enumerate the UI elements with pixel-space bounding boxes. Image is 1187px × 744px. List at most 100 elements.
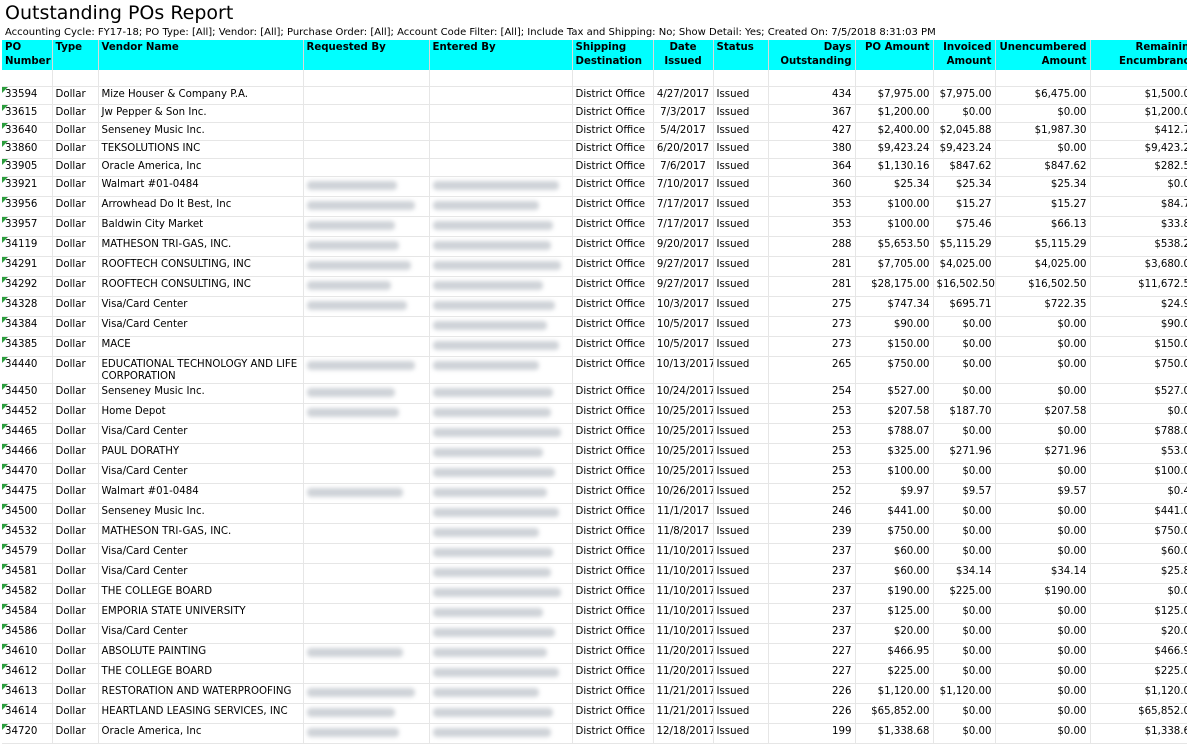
date-issued-cell: 11/20/2017 <box>653 643 714 664</box>
col-header-vendor-name[interactable]: Vendor Name <box>98 40 304 70</box>
days-outstanding-cell: 226 <box>768 703 856 724</box>
status-cell: Issued <box>713 603 769 624</box>
table-row[interactable]: 33905 Dollar Oracle America, Inc District O… <box>2 158 1187 177</box>
vendor-name-cell: ROOFTECH CONSULTING, INC <box>98 256 304 277</box>
table-row[interactable]: 34586 Dollar Visa/Card Center District Offi… <box>2 623 1187 644</box>
table-row[interactable]: 34450 Dollar Senseney Music Inc. District O… <box>2 383 1187 404</box>
days-outstanding-cell: 353 <box>768 196 856 217</box>
po-number-cell: 33615 <box>2 104 53 123</box>
table-row[interactable]: 34720 Dollar Oracle America, Inc District O… <box>2 723 1187 744</box>
invoiced-amount-cell: $9,423.24 <box>933 140 996 159</box>
po-number-cell: 34440 <box>2 356 53 384</box>
col-header-days-outstanding[interactable]: Days Outstanding <box>768 40 856 70</box>
po-amount-cell: $2,400.00 <box>855 122 934 141</box>
po-number: 33615 <box>5 107 38 118</box>
table-row[interactable]: 34584 Dollar EMPORIA STATE UNIVERSITY Distr… <box>2 603 1187 624</box>
shipping-destination-cell: District Office <box>572 316 654 337</box>
redacted-name <box>306 488 403 497</box>
table-row[interactable]: 34465 Dollar Visa/Card Center District Offi… <box>2 423 1187 444</box>
redacted-name <box>306 688 415 697</box>
table-row[interactable]: 33956 Dollar Arrowhead Do It Best, Inc Dist… <box>2 196 1187 217</box>
entered-by-cell <box>429 523 573 544</box>
col-header-po-number[interactable]: PO Number <box>2 40 53 70</box>
table-row[interactable]: 33860 Dollar TEKSOLUTIONS INC District Offi… <box>2 140 1187 159</box>
table-row[interactable]: 33957 Dollar Baldwin City Market District O… <box>2 216 1187 237</box>
redacted-email <box>432 508 559 517</box>
table-row[interactable]: 33594 Dollar Mize Houser & Company P.A. Dis… <box>2 86 1187 105</box>
redacted-email <box>432 728 551 737</box>
table-row[interactable]: 34613 Dollar RESTORATION AND WATERPROOFING… <box>2 683 1187 704</box>
redacted-email <box>432 241 551 250</box>
invoiced-amount-cell: $75.46 <box>933 216 996 237</box>
table-row[interactable]: 33640 Dollar Senseney Music Inc. District O… <box>2 122 1187 141</box>
requested-by-cell <box>303 603 430 624</box>
redacted-name <box>306 241 399 250</box>
shipping-destination-cell: District Office <box>572 463 654 484</box>
invoiced-amount-cell: $0.00 <box>933 463 996 484</box>
requested-by-cell <box>303 316 430 337</box>
table-row[interactable]: 34579 Dollar Visa/Card Center District Offi… <box>2 543 1187 564</box>
shipping-destination-cell: District Office <box>572 256 654 277</box>
cell-flag-icon <box>2 317 8 323</box>
requested-by-cell <box>303 236 430 257</box>
col-header-remaining-encumbrance[interactable]: Remaining Encumbrance <box>1090 40 1187 70</box>
table-row[interactable]: 34292 Dollar ROOFTECH CONSULTING, INC Distr… <box>2 276 1187 297</box>
table-row[interactable]: 34582 Dollar THE COLLEGE BOARD District Off… <box>2 583 1187 604</box>
days-outstanding-cell: 226 <box>768 683 856 704</box>
type-cell: Dollar <box>52 423 99 444</box>
col-header-status[interactable]: Status <box>713 40 769 70</box>
table-row[interactable]: 34612 Dollar THE COLLEGE BOARD District Off… <box>2 663 1187 684</box>
col-header-unencumbered-amount[interactable]: Unencumbered Amount <box>995 40 1091 70</box>
col-header-shipping-destination[interactable]: Shipping Destination <box>572 40 654 70</box>
remaining-encumbrance-cell: $150.00 <box>1090 336 1187 357</box>
table-row[interactable]: 33615 Dollar Jw Pepper & Son Inc. District … <box>2 104 1187 123</box>
col-header-po-amount[interactable]: PO Amount <box>855 40 934 70</box>
invoiced-amount-cell: $0.00 <box>933 383 996 404</box>
redacted-name <box>306 261 411 270</box>
date-issued-cell: 12/18/2017 <box>653 723 714 744</box>
table-row[interactable]: 34119 Dollar MATHESON TRI-GAS, INC. Distric… <box>2 236 1187 257</box>
table-row[interactable]: 34385 Dollar MACE District Office 10/5/2017 I… <box>2 336 1187 357</box>
cell-flag-icon <box>2 159 8 165</box>
col-header-requested-by[interactable]: Requested By <box>303 40 430 70</box>
vendor-name-cell: ABSOLUTE PAINTING <box>98 643 304 664</box>
table-row[interactable]: 34384 Dollar Visa/Card Center District Offi… <box>2 316 1187 337</box>
entered-by-cell <box>429 176 573 197</box>
table-row[interactable]: 33921 Dollar Walmart #01-0484 District Offi… <box>2 176 1187 197</box>
po-number-cell: 34614 <box>2 703 53 724</box>
table-row[interactable]: 34581 Dollar Visa/Card Center District Offi… <box>2 563 1187 584</box>
vendor-name-cell: EMPORIA STATE UNIVERSITY <box>98 603 304 624</box>
date-issued-cell: 7/17/2017 <box>653 216 714 237</box>
table-row[interactable]: 34452 Dollar Home Depot District Office 10/2… <box>2 403 1187 424</box>
days-outstanding-cell: 288 <box>768 236 856 257</box>
po-number: 34612 <box>5 666 38 677</box>
cell-flag-icon <box>2 604 8 610</box>
remaining-encumbrance-cell: $1,200.00 <box>1090 104 1187 123</box>
table-row[interactable]: 34470 Dollar Visa/Card Center District Offi… <box>2 463 1187 484</box>
table-row[interactable]: 34532 Dollar MATHESON TRI-GAS, INC. Distric… <box>2 523 1187 544</box>
table-row[interactable]: 34291 Dollar ROOFTECH CONSULTING, INC Distr… <box>2 256 1187 277</box>
po-number-cell: 33860 <box>2 140 53 159</box>
date-issued-cell: 11/21/2017 <box>653 683 714 704</box>
po-number: 33860 <box>5 143 38 154</box>
table-row[interactable]: 34440 Dollar EDUCATIONAL TECHNOLOGY AND LI… <box>2 356 1187 384</box>
remaining-encumbrance-cell: $466.95 <box>1090 643 1187 664</box>
po-number: 34385 <box>5 339 38 350</box>
table-row[interactable]: 34466 Dollar PAUL DORATHY District Office 10… <box>2 443 1187 464</box>
unencumbered-amount-cell: $0.00 <box>995 104 1091 123</box>
date-issued-cell: 9/20/2017 <box>653 236 714 257</box>
type-cell: Dollar <box>52 523 99 544</box>
col-header-date-issued[interactable]: Date Issued <box>653 40 714 70</box>
table-row[interactable]: 34610 Dollar ABSOLUTE PAINTING District Off… <box>2 643 1187 664</box>
col-header-entered-by[interactable]: Entered By <box>429 40 573 70</box>
table-row[interactable]: 34614 Dollar HEARTLAND LEASING SERVICES, I… <box>2 703 1187 724</box>
col-header-invoiced-amount[interactable]: Invoiced Amount <box>933 40 996 70</box>
table-row[interactable]: 34475 Dollar Walmart #01-0484 District Offi… <box>2 483 1187 504</box>
days-outstanding-cell: 353 <box>768 216 856 237</box>
shipping-destination-cell: District Office <box>572 683 654 704</box>
po-number-cell: 34291 <box>2 256 53 277</box>
po-number: 34291 <box>5 259 38 270</box>
col-header-type[interactable]: Type <box>52 40 99 70</box>
table-row[interactable]: 34328 Dollar Visa/Card Center District Offi… <box>2 296 1187 317</box>
table-row[interactable]: 34500 Dollar Senseney Music Inc. District O… <box>2 503 1187 524</box>
